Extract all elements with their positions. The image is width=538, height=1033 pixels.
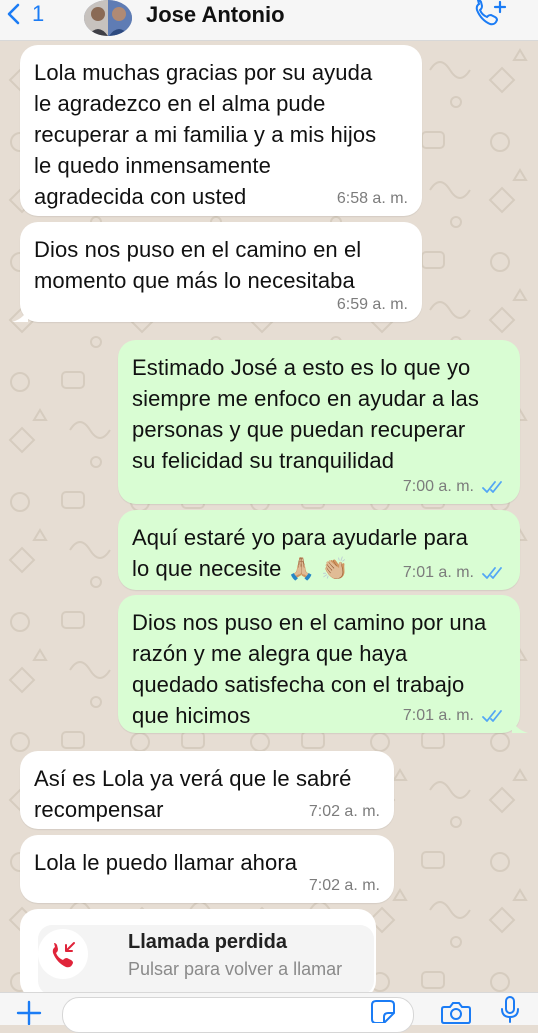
message-bubble-outgoing[interactable]: Estimado José a esto es lo que yo siempr… xyxy=(118,340,520,504)
message-meta: 7:02 a. m. xyxy=(309,877,380,895)
missed-call-message[interactable]: Llamada perdida Pulsar para volver a lla… xyxy=(20,909,376,999)
message-time: 7:02 a. m. xyxy=(308,877,380,894)
message-bubble-incoming[interactable]: Así es Lola ya verá que le sabré recompe… xyxy=(20,751,394,829)
message-bubble-incoming[interactable]: Lola muchas gracias por su ayuda le agra… xyxy=(20,45,422,216)
message-time: 7:00 a. m. xyxy=(402,478,474,495)
message-meta: 7:01 a. m. xyxy=(403,564,506,582)
message-bubble-incoming[interactable]: Dios nos puso en el camino en el momento… xyxy=(12,222,422,322)
contact-name[interactable]: Jose Antonio xyxy=(146,2,285,28)
bubble-tail xyxy=(12,306,28,322)
double-check-icon xyxy=(482,567,502,579)
plus-icon[interactable] xyxy=(14,999,44,1025)
unread-count: 1 xyxy=(32,1,45,26)
missed-call-subtitle: Pulsar para volver a llamar xyxy=(128,959,343,979)
message-time: 7:01 a. m. xyxy=(402,707,474,724)
avatar[interactable] xyxy=(84,0,132,36)
message-emoji: 🙏🏼 👏🏼 xyxy=(287,556,349,581)
sticker-icon[interactable] xyxy=(370,999,396,1023)
message-text: Lola muchas gracias por su ayuda le agra… xyxy=(34,60,377,209)
message-time: 7:01 a. m. xyxy=(402,564,474,581)
message-meta: 6:59 a. m. xyxy=(337,296,408,314)
message-input[interactable] xyxy=(62,997,414,1033)
message-text: Así es Lola ya verá que le sabré recompe… xyxy=(34,766,352,822)
microphone-icon[interactable] xyxy=(498,995,522,1023)
chat-header: 1 Jose Antonio xyxy=(0,0,538,41)
message-input-bar xyxy=(0,992,538,1033)
message-meta: 7:00 a. m. xyxy=(403,478,506,496)
missed-call-title: Llamada perdida xyxy=(128,931,287,953)
chevron-left-icon xyxy=(7,3,20,25)
phone-plus-icon[interactable] xyxy=(474,0,508,28)
message-time: 7:02 a. m. xyxy=(308,803,380,820)
message-meta: 7:01 a. m. xyxy=(403,707,506,725)
message-bubble-outgoing[interactable]: Aquí estaré yo para ayudarle para lo que… xyxy=(118,510,520,590)
double-check-icon xyxy=(482,481,502,493)
message-text: Lola le puedo llamar ahora xyxy=(34,850,298,875)
message-meta: 6:58 a. m. xyxy=(337,190,408,208)
message-time: 6:59 a. m. xyxy=(336,296,408,313)
back-button[interactable]: 1 xyxy=(6,1,45,26)
camera-icon[interactable] xyxy=(440,999,472,1025)
message-meta: 7:02 a. m. xyxy=(309,803,380,821)
bubble-tail xyxy=(512,717,528,733)
missed-call-icon xyxy=(52,942,75,968)
message-text: Dios nos puso en el camino en el momento… xyxy=(34,237,362,293)
double-check-icon xyxy=(482,710,502,722)
missed-call-icon-badge xyxy=(38,929,88,979)
message-text: Estimado José a esto es lo que yo siempr… xyxy=(132,355,479,473)
message-bubble-incoming[interactable]: Lola le puedo llamar ahora 7:02 a. m. xyxy=(20,835,394,903)
message-time: 6:58 a. m. xyxy=(336,190,408,207)
message-bubble-outgoing[interactable]: Dios nos puso en el camino por una razón… xyxy=(118,595,528,733)
